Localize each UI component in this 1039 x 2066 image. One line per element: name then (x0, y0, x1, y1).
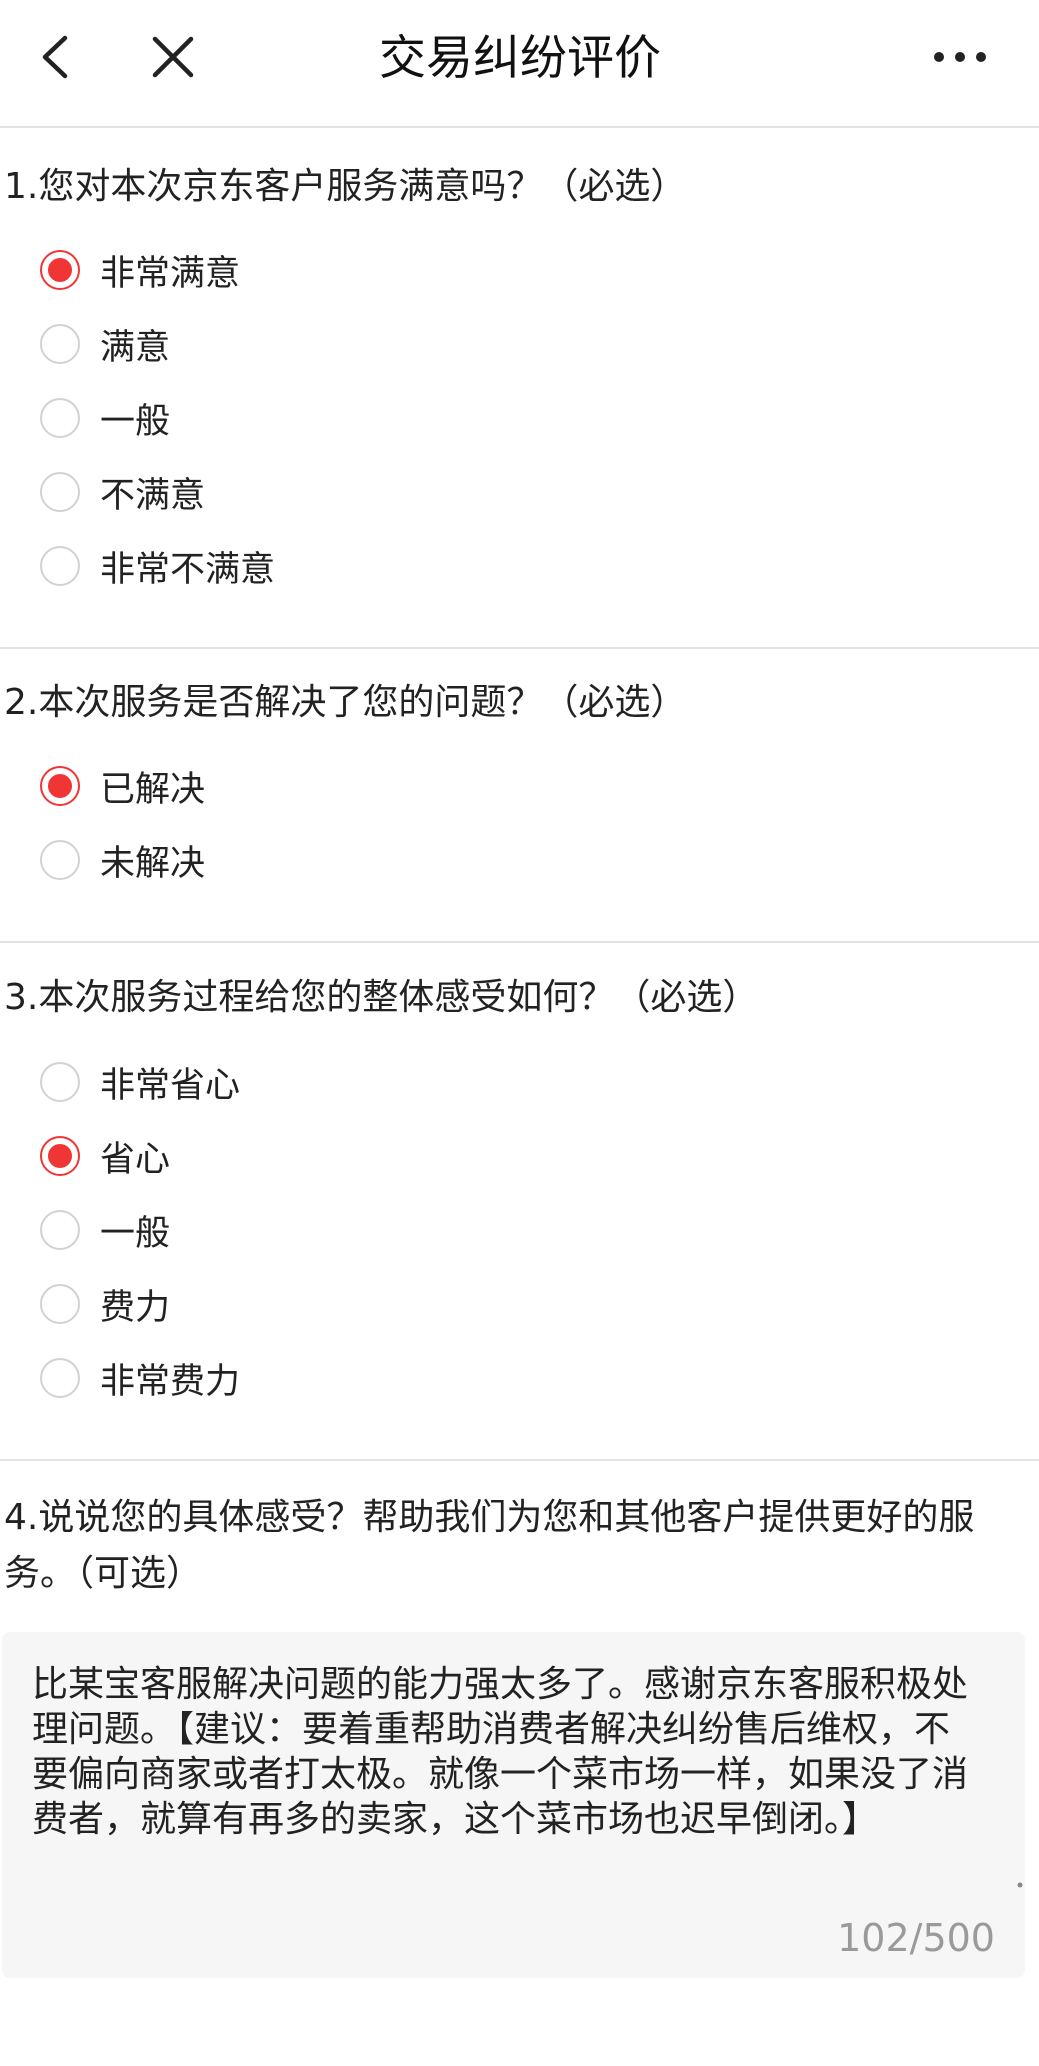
section-divider (0, 647, 1039, 649)
comment-text[interactable]: 比某宝客服解决问题的能力强太多了。感谢京东客服积极处理问题。【建议：要着重帮助消… (32, 1662, 982, 1842)
option-q3-easy[interactable]: 省心 (40, 1126, 170, 1186)
radio-button[interactable] (40, 1136, 80, 1176)
option-label: 非常不满意 (100, 549, 276, 590)
radio-button[interactable] (40, 1284, 80, 1324)
option-label: 一般 (100, 1213, 171, 1254)
option-q1-neutral[interactable]: 一般 (40, 388, 170, 448)
page-title: 交易纠纷评价 (379, 31, 661, 86)
radio-button[interactable] (40, 472, 80, 512)
option-label: 非常省心 (100, 1065, 241, 1106)
question-1-title: 1.您对本次京东客户服务满意吗？（必选） (4, 166, 687, 207)
resize-grip-icon[interactable] (1017, 1882, 1023, 1888)
close-icon (152, 36, 194, 78)
option-label: 非常满意 (100, 253, 241, 294)
option-label: 费力 (100, 1287, 171, 1328)
more-horizontal-icon (934, 52, 986, 62)
option-label: 满意 (100, 327, 171, 368)
option-q1-very-dissatisfied[interactable]: 非常不满意 (40, 536, 275, 596)
option-q1-dissatisfied[interactable]: 不满意 (40, 462, 205, 522)
option-q2-unresolved[interactable]: 未解决 (40, 830, 205, 890)
radio-button[interactable] (40, 1210, 80, 1250)
radio-button[interactable] (40, 324, 80, 364)
option-q3-effortful[interactable]: 费力 (40, 1274, 170, 1334)
option-label: 非常费力 (100, 1361, 241, 1402)
option-label: 一般 (100, 401, 171, 442)
close-button[interactable] (138, 22, 208, 92)
section-divider (0, 1459, 1039, 1461)
option-q1-satisfied[interactable]: 满意 (40, 314, 170, 374)
more-button[interactable] (925, 22, 995, 92)
option-q3-neutral[interactable]: 一般 (40, 1200, 170, 1260)
radio-button[interactable] (40, 250, 80, 290)
option-label: 省心 (100, 1139, 171, 1180)
chevron-left-icon (42, 35, 68, 79)
question-3-title: 3.本次服务过程给您的整体感受如何？（必选） (4, 977, 759, 1018)
option-label: 未解决 (100, 843, 206, 884)
comment-textarea[interactable]: 比某宝客服解决问题的能力强太多了。感谢京东客服积极处理问题。【建议：要着重帮助消… (2, 1632, 1025, 1978)
option-label: 不满意 (100, 475, 206, 516)
option-q3-very-effortful[interactable]: 非常费力 (40, 1348, 240, 1408)
option-q3-very-easy[interactable]: 非常省心 (40, 1052, 240, 1112)
radio-button[interactable] (40, 546, 80, 586)
radio-button[interactable] (40, 1358, 80, 1398)
back-button[interactable] (20, 22, 90, 92)
radio-button[interactable] (40, 398, 80, 438)
question-4-title: 4.说说您的具体感受？帮助我们为您和其他客户提供更好的服务。（可选） (4, 1497, 975, 1594)
radio-button[interactable] (40, 1062, 80, 1102)
radio-button[interactable] (40, 840, 80, 880)
radio-button[interactable] (40, 766, 80, 806)
section-divider (0, 941, 1039, 943)
top-bar: 交易纠纷评价 (0, 0, 1039, 128)
option-q1-very-satisfied[interactable]: 非常满意 (40, 240, 240, 300)
option-q2-resolved[interactable]: 已解决 (40, 756, 205, 816)
character-counter: 102/500 (837, 1916, 995, 1960)
question-2-title: 2.本次服务是否解决了您的问题？（必选） (4, 682, 687, 723)
option-label: 已解决 (100, 769, 206, 810)
